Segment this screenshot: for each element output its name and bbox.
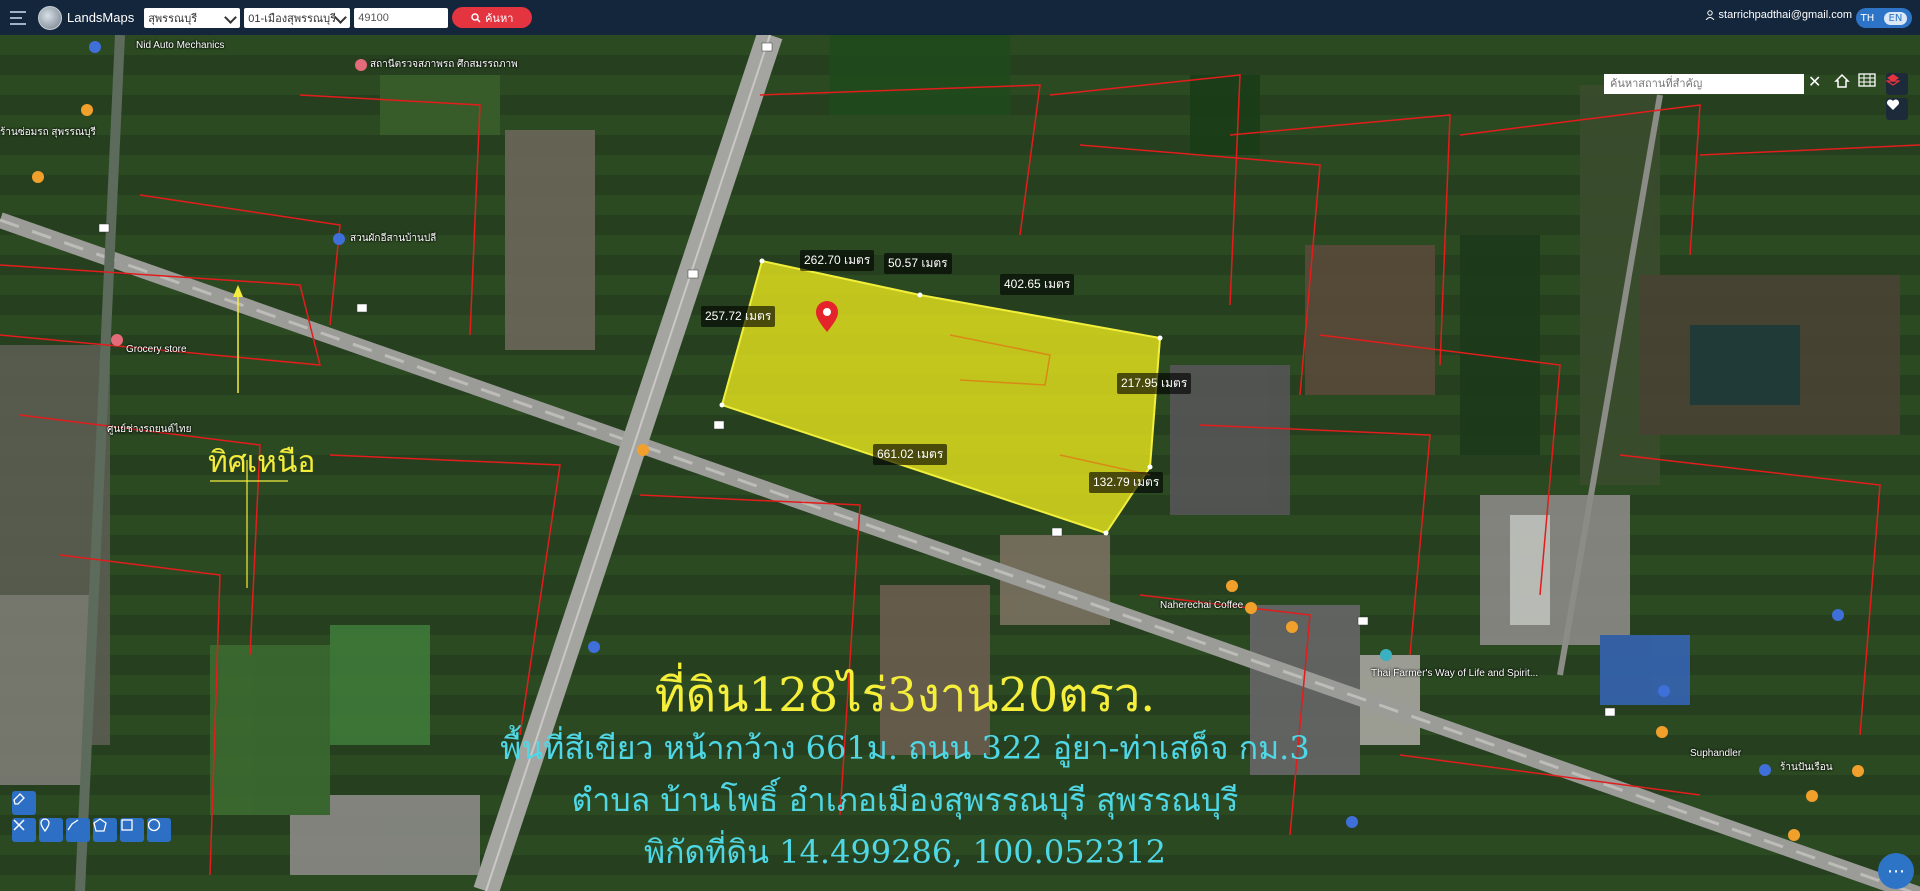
place-label: ศูนย์ช่างรถยนต์ไทย (107, 424, 192, 435)
heart-icon[interactable] (1886, 98, 1908, 120)
caption-line-3: ตำบล บ้านโพธิ์ อำเภอเมืองสุพรรณบุรี สุพร… (571, 781, 1239, 819)
map-pin-icon[interactable] (39, 818, 63, 842)
user-email: starrichpadthai@gmail.com (1718, 9, 1852, 21)
caption-line-2: พื้นที่สีเขียว หน้ากว้าง 661ม. ถนน 322 อ… (500, 729, 1310, 767)
satellite-map[interactable]: Nid Auto Mechanics สถานีตรวจสภาพรถ ศึกสม… (0, 35, 1920, 891)
measurement-label: 402.65 เมตร (1000, 274, 1075, 295)
province-select[interactable]: สุพรรณบุรี (144, 7, 241, 28)
brand-name: LandsMaps (67, 10, 135, 25)
user-icon (1705, 10, 1714, 20)
place-label: สวนผักอีสานบ้านปลี (350, 233, 437, 244)
brand-logo (38, 5, 62, 30)
search-button[interactable]: ค้นหา (452, 7, 533, 28)
north-direction-label: ทิศเหนือ (208, 445, 316, 480)
place-label: Nid Auto Mechanics (136, 40, 225, 51)
top-navigation-bar: LandsMaps สุพรรณบุรี 01-เมืองสุพรรณบุรี … (0, 0, 1920, 35)
layers-icon[interactable] (1886, 73, 1908, 95)
measurement-label: 217.95 เมตร (1117, 373, 1192, 394)
caption-title: ที่ดิน128ไร่3งาน20ตรว. (654, 668, 1156, 723)
chevron-down-icon (334, 10, 348, 24)
measurement-label: 50.57 เมตร (884, 253, 952, 274)
search-icon (471, 12, 481, 23)
polygon-icon[interactable] (93, 818, 117, 842)
close-icon[interactable]: ✕ (1808, 72, 1821, 91)
measurement-label: 661.02 เมตร (873, 444, 948, 465)
lang-en[interactable]: EN (1883, 11, 1908, 25)
home-icon[interactable] (1834, 73, 1856, 95)
district-select[interactable]: 01-เมืองสุพรรณบุรี (244, 7, 351, 28)
chat-icon[interactable]: ⋯ (1878, 853, 1914, 889)
place-label: ร้านซ่อมรถ สุพรรณบุรี (0, 127, 96, 138)
measurement-label: 132.79 เมตร (1089, 472, 1164, 493)
postcode-input[interactable] (354, 7, 449, 28)
rectangle-icon[interactable] (120, 818, 144, 842)
search-button-label: ค้นหา (485, 11, 514, 25)
place-label: Grocery store (126, 344, 187, 355)
tools-icon[interactable] (12, 818, 36, 842)
district-value: 01-เมืองสุพรรณบุรี (248, 12, 336, 25)
language-toggle[interactable]: TH EN (1856, 8, 1912, 28)
place-search-input[interactable] (1604, 74, 1804, 94)
place-label: สถานีตรวจสภาพรถ ศึกสมรรถภาพ (370, 59, 518, 70)
circle-icon[interactable] (147, 818, 171, 842)
chevron-down-icon (224, 10, 238, 24)
ruler-icon[interactable] (66, 818, 90, 842)
grid-icon[interactable] (1858, 73, 1880, 95)
eraser-icon[interactable] (12, 791, 36, 815)
lang-th[interactable]: TH (1861, 13, 1875, 24)
place-label: Naherechai Coffee (1160, 600, 1244, 611)
province-value: สุพรรณบุรี (148, 12, 198, 25)
measurement-label: 262.70 เมตร (800, 250, 875, 271)
caption-coordinates: พิกัดที่ดิน 14.499286, 100.052312 (644, 833, 1166, 871)
menu-icon[interactable] (10, 7, 32, 29)
user-account[interactable]: starrichpadthai@gmail.com (1705, 9, 1852, 21)
measurement-label: 257.72 เมตร (701, 306, 776, 327)
